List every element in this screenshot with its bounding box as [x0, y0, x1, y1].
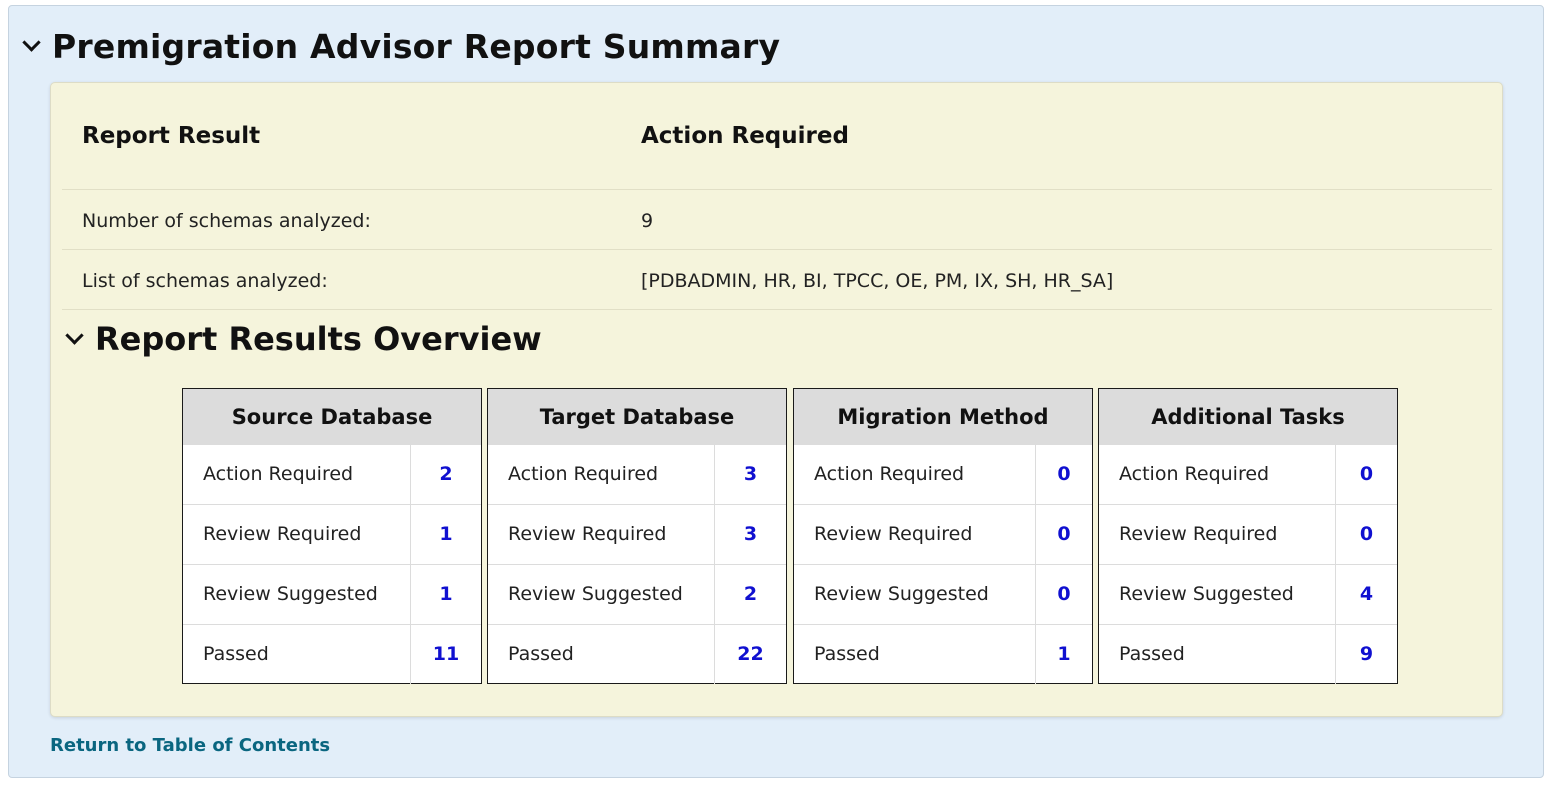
card-row: Passed 1: [794, 624, 1092, 684]
count-link[interactable]: 0: [1036, 583, 1092, 605]
card-source-database: Source Database Action Required 2 Review…: [182, 388, 482, 684]
card-row-label: Action Required: [1119, 463, 1270, 485]
card-row: Review Required 1: [183, 504, 481, 564]
count-link[interactable]: 1: [1036, 643, 1092, 665]
card-title: Additional Tasks: [1099, 389, 1397, 444]
return-to-toc-link[interactable]: Return to Table of Contents: [50, 735, 330, 756]
schema-count-label: Number of schemas analyzed:: [82, 210, 371, 232]
overview-header[interactable]: Report Results Overview: [62, 319, 542, 359]
card-row-label: Review Required: [814, 523, 973, 545]
card-title: Migration Method: [794, 389, 1092, 444]
count-link[interactable]: 9: [1336, 643, 1397, 665]
overview-title: Report Results Overview: [95, 320, 542, 358]
chevron-down-icon[interactable]: [65, 325, 84, 345]
count-link[interactable]: 2: [715, 583, 786, 605]
card-row-label: Passed: [814, 643, 880, 665]
card-row: Action Required 0: [1099, 444, 1397, 504]
card-title: Source Database: [183, 389, 481, 444]
count-link[interactable]: 2: [411, 463, 481, 485]
result-value: Action Required: [641, 123, 849, 149]
count-link[interactable]: 3: [715, 523, 786, 545]
card-additional-tasks: Additional Tasks Action Required 0 Revie…: [1098, 388, 1398, 684]
report-summary-panel: Report Result Action Required Number of …: [50, 82, 1503, 717]
card-row-label: Action Required: [814, 463, 965, 485]
card-row: Action Required 0: [794, 444, 1092, 504]
card-row: Action Required 3: [488, 444, 786, 504]
summary-table: Report Result Action Required Number of …: [62, 83, 1492, 310]
card-row: Passed 22: [488, 624, 786, 684]
card-row: Review Suggested 1: [183, 564, 481, 624]
count-link[interactable]: 3: [715, 463, 786, 485]
card-row-label: Passed: [1119, 643, 1185, 665]
card-row-label: Review Required: [203, 523, 362, 545]
card-row: Review Required 3: [488, 504, 786, 564]
summary-row-schema-count: Number of schemas analyzed: 9: [62, 190, 1492, 250]
card-row-label: Review Suggested: [203, 583, 378, 605]
count-link[interactable]: 0: [1336, 463, 1397, 485]
report-summary-section: Premigration Advisor Report Summary Repo…: [8, 5, 1544, 778]
card-row: Review Suggested 2: [488, 564, 786, 624]
summary-row-result: Report Result Action Required: [62, 83, 1492, 190]
card-target-database: Target Database Action Required 3 Review…: [487, 388, 787, 684]
result-label: Report Result: [82, 123, 261, 149]
card-row-label: Action Required: [203, 463, 354, 485]
count-link[interactable]: 0: [1336, 523, 1397, 545]
card-row: Review Required 0: [794, 504, 1092, 564]
card-row: Review Required 0: [1099, 504, 1397, 564]
count-link[interactable]: 22: [715, 643, 786, 665]
card-row-label: Review Suggested: [814, 583, 989, 605]
card-title: Target Database: [488, 389, 786, 444]
count-link[interactable]: 11: [411, 643, 481, 665]
card-row-label: Review Required: [508, 523, 667, 545]
count-link[interactable]: 4: [1336, 583, 1397, 605]
report-summary-header[interactable]: Premigration Advisor Report Summary: [19, 24, 780, 68]
page-title: Premigration Advisor Report Summary: [52, 26, 781, 66]
chevron-down-icon[interactable]: [22, 32, 41, 52]
count-link[interactable]: 0: [1036, 463, 1092, 485]
card-row: Action Required 2: [183, 444, 481, 504]
card-row-label: Action Required: [508, 463, 659, 485]
count-link[interactable]: 1: [411, 583, 481, 605]
card-row: Review Suggested 4: [1099, 564, 1397, 624]
card-row: Passed 9: [1099, 624, 1397, 684]
card-row-label: Passed: [508, 643, 574, 665]
schema-count-value: 9: [641, 210, 654, 232]
card-row-label: Review Suggested: [1119, 583, 1294, 605]
card-row-label: Review Required: [1119, 523, 1278, 545]
summary-row-schema-list: List of schemas analyzed: [PDBADMIN, HR,…: [62, 250, 1492, 310]
card-row: Passed 11: [183, 624, 481, 684]
card-row: Review Suggested 0: [794, 564, 1092, 624]
count-link[interactable]: 1: [411, 523, 481, 545]
schema-list-value: [PDBADMIN, HR, BI, TPCC, OE, PM, IX, SH,…: [641, 270, 1114, 292]
schema-list-label: List of schemas analyzed:: [82, 270, 328, 292]
card-row-label: Review Suggested: [508, 583, 683, 605]
count-link[interactable]: 0: [1036, 523, 1092, 545]
card-row-label: Passed: [203, 643, 269, 665]
card-migration-method: Migration Method Action Required 0 Revie…: [793, 388, 1093, 684]
